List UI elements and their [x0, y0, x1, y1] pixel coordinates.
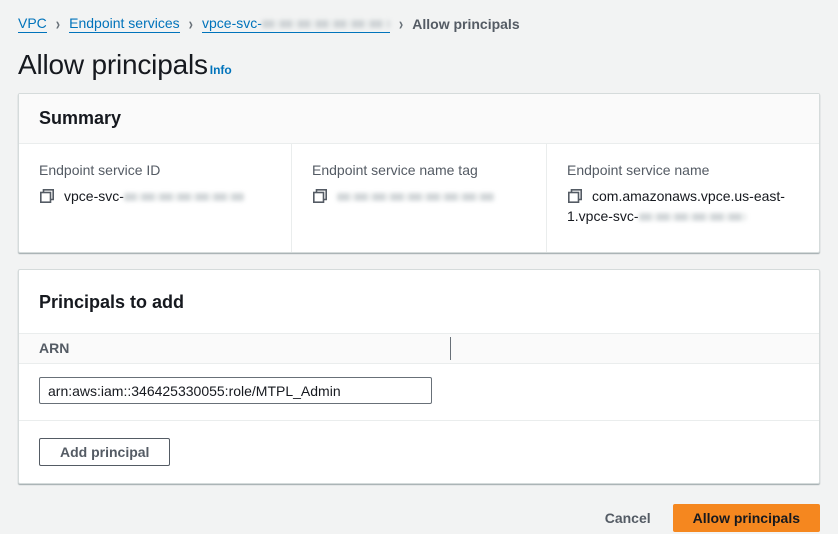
principals-card-header: Principals to add [19, 270, 819, 333]
field-value-text: vpce-svc- [64, 188, 124, 204]
principals-card-footer: Add principal [19, 421, 819, 483]
page-title: Allow principals [18, 49, 208, 81]
summary-heading: Summary [39, 108, 799, 129]
redacted-text [262, 20, 390, 28]
arn-input[interactable] [39, 377, 432, 404]
column-resize-divider[interactable] [450, 337, 451, 360]
breadcrumb-endpoint-services[interactable]: Endpoint services [69, 14, 180, 33]
field-value: com.amazonaws.vpce.us-east-1.vpce-svc- [567, 186, 799, 226]
breadcrumb-current-page: Allow principals [412, 16, 519, 32]
summary-field-endpoint-service-name-tag: Endpoint service name tag [291, 144, 546, 252]
breadcrumb-vpc[interactable]: VPC [18, 14, 47, 33]
chevron-right-icon: › [56, 13, 60, 33]
allow-principals-button[interactable]: Allow principals [673, 504, 820, 532]
form-actions: Cancel Allow principals [18, 504, 820, 532]
arn-column-header-row: ARN [19, 333, 819, 364]
info-link[interactable]: Info [210, 63, 232, 81]
breadcrumb-endpoint-service-id[interactable]: vpce-svc- [202, 14, 390, 33]
redacted-text [337, 193, 495, 201]
field-value: vpce-svc- [39, 186, 271, 206]
summary-card: Summary Endpoint service ID vpce-svc- En… [18, 93, 820, 253]
add-principal-button[interactable]: Add principal [39, 438, 170, 466]
field-label: Endpoint service ID [39, 160, 271, 180]
chevron-right-icon: › [399, 13, 403, 33]
principals-card: Principals to add ARN Add principal [18, 269, 820, 484]
breadcrumb-endpoint-service-id-label: vpce-svc- [202, 15, 262, 31]
field-value [312, 186, 526, 206]
principals-heading: Principals to add [39, 292, 799, 313]
redacted-text [124, 193, 244, 201]
copy-icon[interactable] [39, 188, 55, 204]
arn-input-row [19, 364, 819, 421]
chevron-right-icon: › [189, 13, 193, 33]
copy-icon[interactable] [567, 188, 583, 204]
field-label: Endpoint service name [567, 160, 799, 180]
copy-icon[interactable] [312, 188, 328, 204]
summary-card-header: Summary [19, 94, 819, 144]
summary-field-endpoint-service-name: Endpoint service name com.amazonaws.vpce… [546, 144, 819, 252]
summary-field-endpoint-service-id: Endpoint service ID vpce-svc- [19, 144, 291, 252]
breadcrumb: VPC › Endpoint services › vpce-svc- › Al… [18, 14, 820, 33]
page: VPC › Endpoint services › vpce-svc- › Al… [0, 0, 838, 532]
field-label: Endpoint service name tag [312, 160, 526, 180]
title-row: Allow principals Info [18, 49, 820, 81]
arn-column-header: ARN [39, 340, 69, 356]
cancel-button[interactable]: Cancel [605, 510, 651, 526]
redacted-text [639, 213, 747, 221]
summary-columns: Endpoint service ID vpce-svc- Endpoint s… [19, 144, 819, 252]
